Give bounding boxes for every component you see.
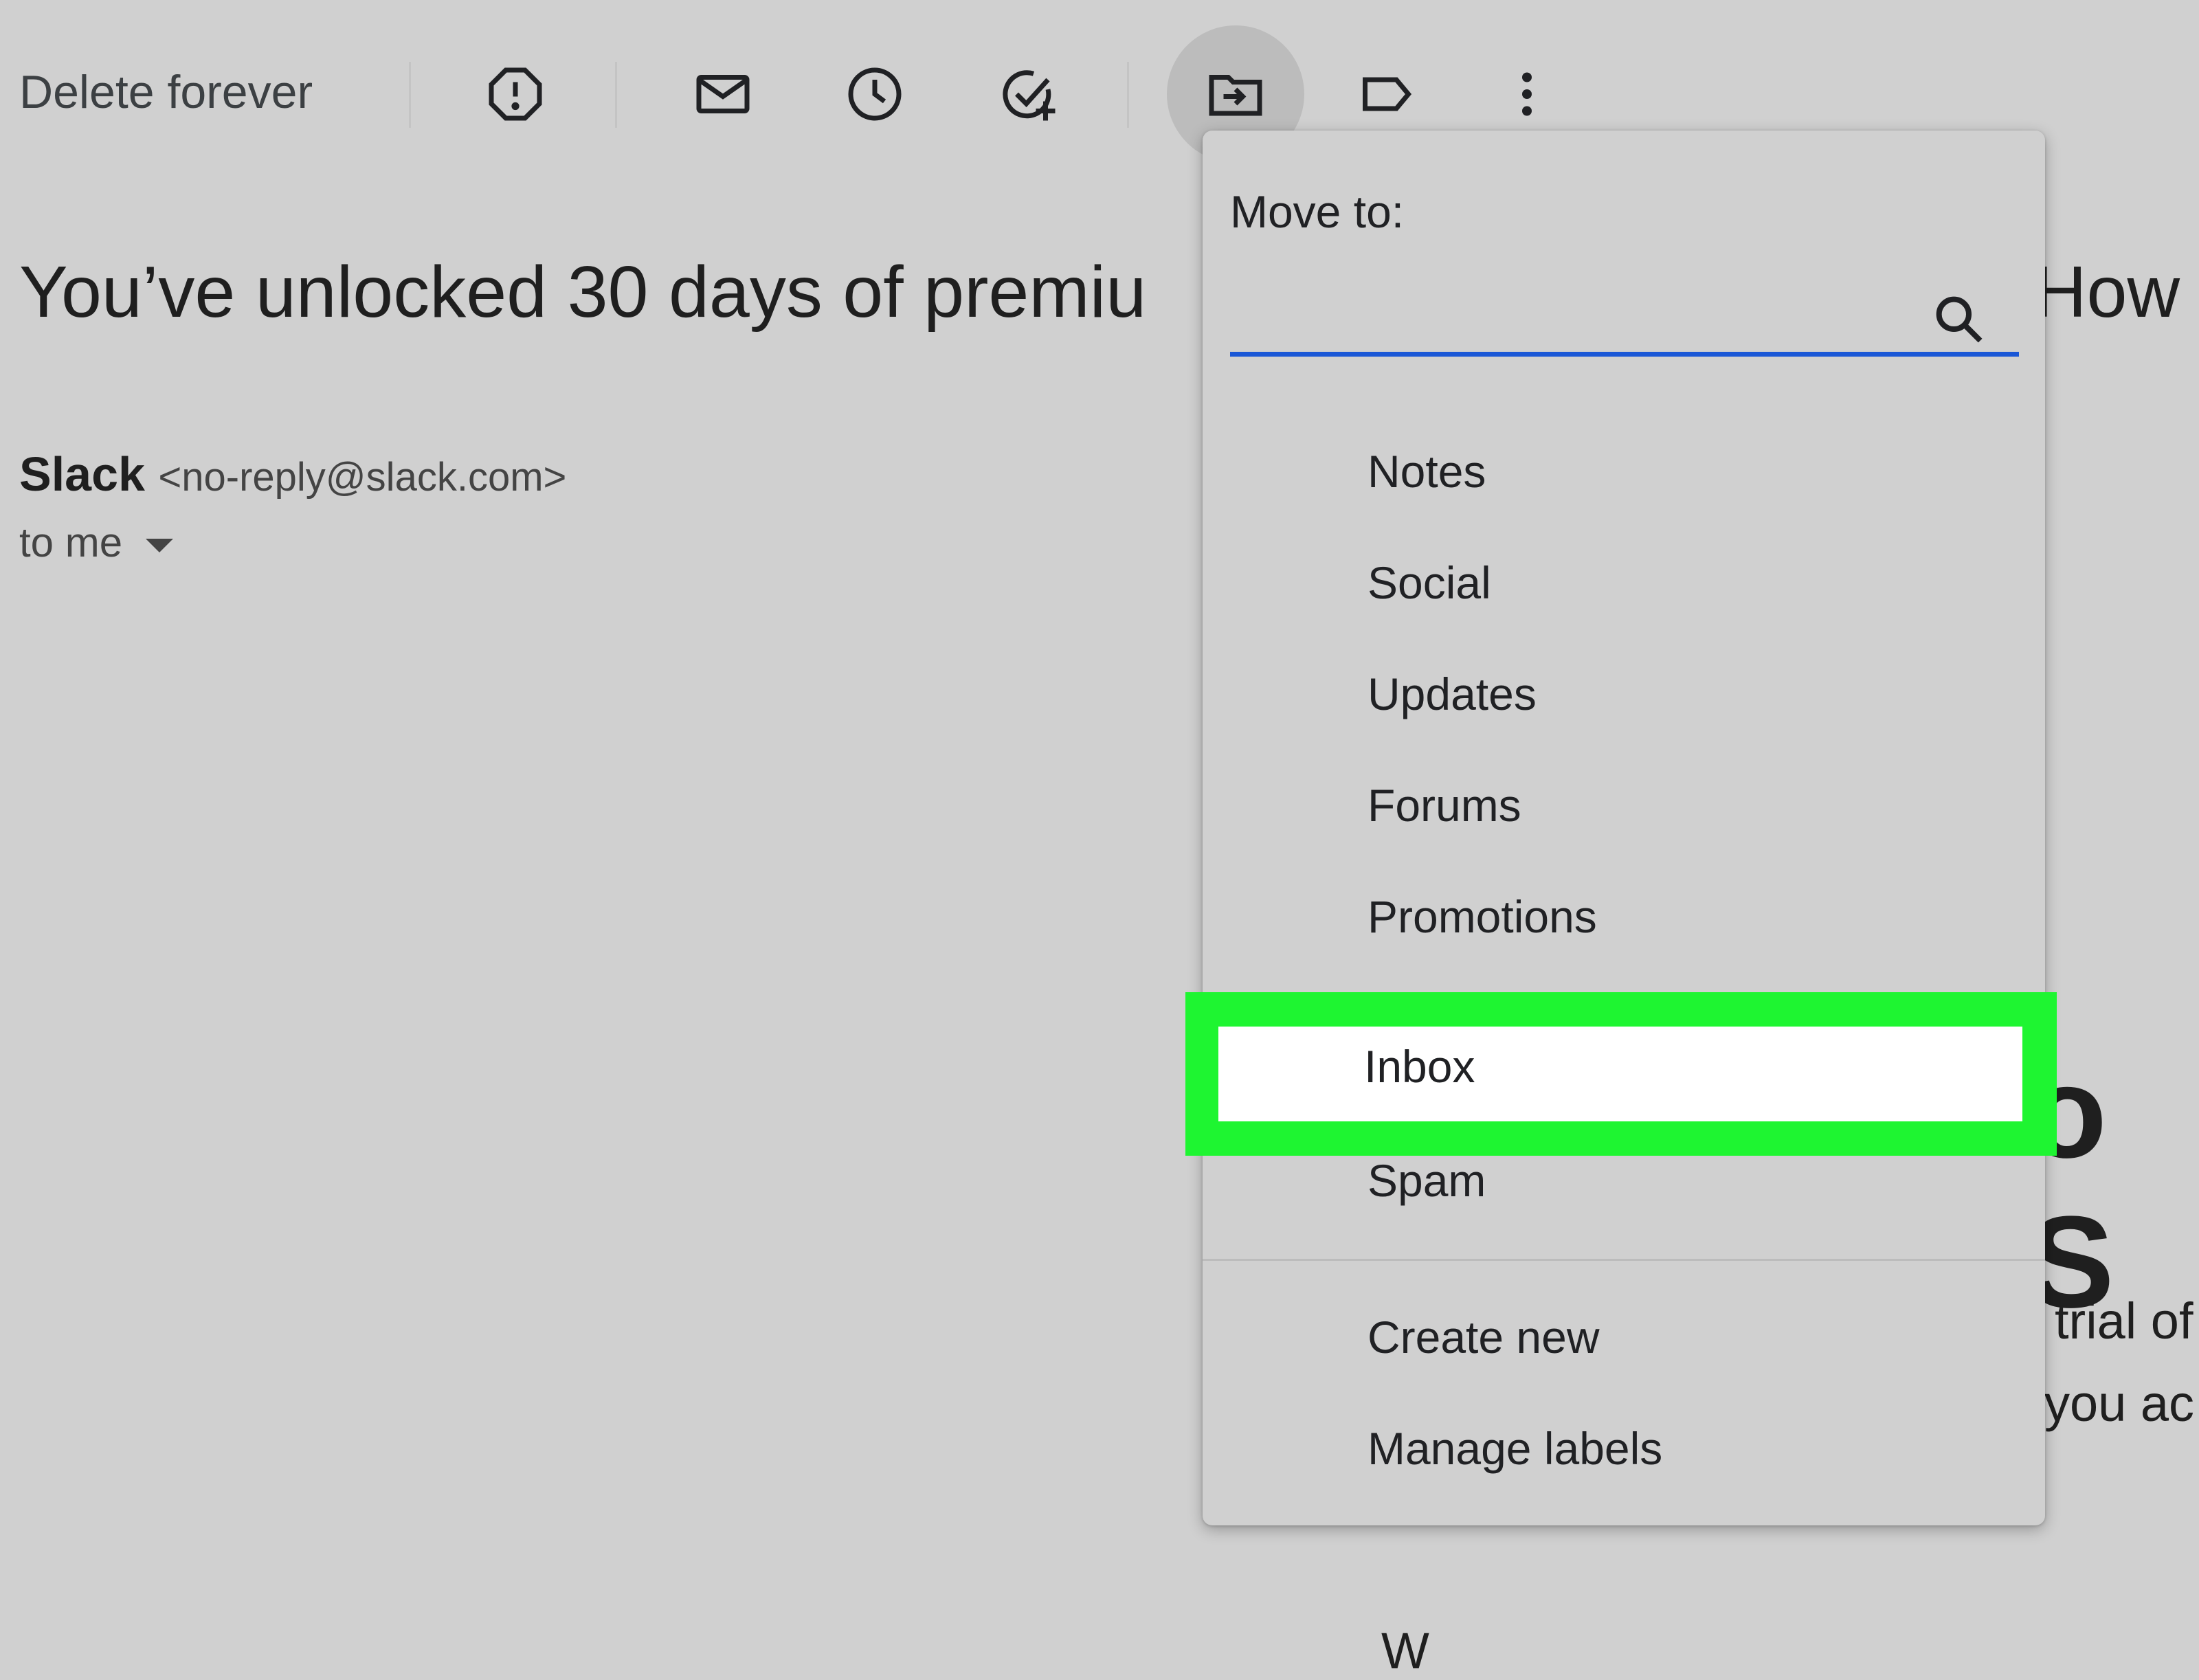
- email-subject-tail: How: [2034, 251, 2180, 333]
- menu-title: Move to:: [1230, 186, 1405, 237]
- menu-item-social[interactable]: Social: [1368, 557, 1491, 609]
- sender[interactable]: Slack <no-reply@slack.com>: [19, 447, 566, 502]
- recipient-label: to me: [19, 519, 123, 565]
- move-to-menu: Move to: Notes Social Updates Forums Pro…: [1203, 131, 2045, 1525]
- menu-item-manage-labels[interactable]: Manage labels: [1368, 1422, 1662, 1475]
- sender-name: Slack: [19, 447, 145, 501]
- menu-item-create-new[interactable]: Create new: [1368, 1311, 1600, 1363]
- menu-item-notes[interactable]: Notes: [1368, 445, 1486, 497]
- menu-item-inbox[interactable]: [1218, 1027, 2022, 1121]
- mark-unread-icon[interactable]: [682, 53, 764, 135]
- menu-item-updates[interactable]: Updates: [1368, 668, 1537, 720]
- menu-divider: [1203, 1259, 2045, 1261]
- menu-item-inbox-label: Inbox: [1364, 1041, 1475, 1092]
- body-text-fragment: you ac: [2044, 1375, 2195, 1432]
- highlight-box: Inbox: [1185, 992, 2057, 1156]
- report-spam-icon[interactable]: [474, 53, 557, 135]
- add-task-icon[interactable]: [987, 53, 1070, 135]
- more-icon[interactable]: [1486, 53, 1568, 135]
- snooze-icon[interactable]: [834, 53, 916, 135]
- email-subject: You’ve unlocked 30 days of premiu: [19, 251, 1147, 333]
- sender-email: <no-reply@slack.com>: [158, 455, 567, 500]
- body-text-fragment: trial of: [2055, 1292, 2194, 1349]
- search-input[interactable]: [1230, 275, 1906, 345]
- toolbar-divider: [409, 62, 411, 128]
- menu-item-spam[interactable]: Spam: [1368, 1154, 1486, 1207]
- toolbar-divider: [615, 62, 617, 128]
- chevron-down-icon[interactable]: [146, 538, 174, 552]
- menu-search-field[interactable]: [1230, 261, 2019, 357]
- delete-forever-button[interactable]: Delete forever: [19, 65, 313, 119]
- toolbar-divider: [1127, 62, 1129, 128]
- recipient-toggle[interactable]: to me: [19, 519, 174, 566]
- menu-item-forums[interactable]: Forums: [1368, 779, 1521, 831]
- search-icon: [1936, 296, 1983, 343]
- body-text-fragment: W: [1381, 1622, 1429, 1679]
- label-icon[interactable]: [1346, 53, 1428, 135]
- menu-item-promotions[interactable]: Promotions: [1368, 891, 1597, 943]
